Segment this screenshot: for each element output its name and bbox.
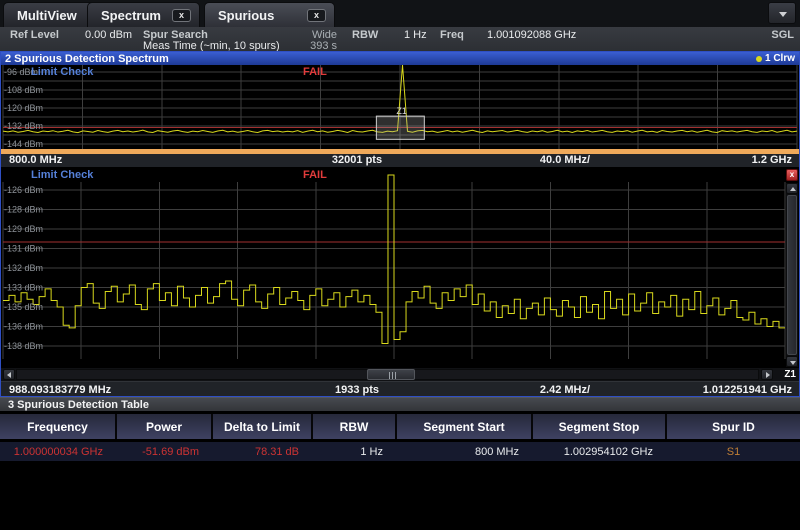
tab-spurious[interactable]: Spurious x bbox=[204, 2, 335, 27]
y-axis-label: -138 dBm bbox=[4, 341, 43, 351]
y-axis-label: -132 dBm bbox=[4, 121, 43, 131]
y-axis-label: -120 dBm bbox=[4, 103, 43, 113]
freq-value[interactable]: 1.001092088 GHz bbox=[487, 29, 576, 41]
zoom-chart-svg: -126 dBm -128 dBm -129 dBm -131 dBm -132 dBm… bbox=[1, 167, 799, 368]
zoom-start-freq: 988.093183779 MHz bbox=[9, 384, 111, 396]
zoom-chart[interactable]: Limit Check FAIL x -126 dBm -128 dBm -129 … bbox=[1, 167, 799, 368]
scroll-down-arrow-icon[interactable] bbox=[786, 356, 798, 367]
y-axis-label: -144 dBm bbox=[4, 139, 43, 149]
tab-multiview-label: MultiView bbox=[17, 8, 77, 23]
y-axis-label: -128 dBm bbox=[4, 205, 43, 215]
zoom-scale-row: 988.093183779 MHz 1933 pts 2.42 MHz/ 1.0… bbox=[1, 381, 799, 396]
overview-freq-per-div: 40.0 MHz/ bbox=[540, 154, 590, 166]
tab-bar: MultiView Spectrum x Spurious x bbox=[0, 0, 800, 27]
tab-spectrum[interactable]: Spectrum x bbox=[87, 2, 200, 27]
col-rbw[interactable]: RBW bbox=[313, 414, 397, 439]
col-frequency[interactable]: Frequency bbox=[0, 414, 117, 439]
single-sweep-badge: SGL bbox=[771, 29, 794, 41]
zoom-vertical-scrollbar[interactable] bbox=[786, 183, 798, 367]
table-window-title: 3 Spurious Detection Table bbox=[8, 399, 149, 411]
trace1-legend-label: 1 Clrw bbox=[765, 53, 795, 64]
row-spur-id: S1 bbox=[667, 442, 800, 461]
y-axis-label: -131 dBm bbox=[4, 244, 43, 254]
col-segment-stop[interactable]: Segment Stop bbox=[533, 414, 667, 439]
overview-stop-freq: 1.2 GHz bbox=[752, 154, 792, 166]
overview-start-freq: 800.0 MHz bbox=[9, 154, 62, 166]
col-segment-start[interactable]: Segment Start bbox=[397, 414, 533, 439]
row-frequency: 1.000000034 GHz bbox=[0, 442, 117, 461]
spectrum-window-title-bar[interactable]: 2 Spurious Detection Spectrum 1 Clrw bbox=[1, 52, 799, 65]
zoom-region-box[interactable] bbox=[376, 116, 424, 139]
spurious-spectrum-window: 2 Spurious Detection Spectrum 1 Clrw Lim… bbox=[0, 51, 800, 397]
table-header-row: Frequency Power Delta to Limit RBW Segme… bbox=[0, 414, 800, 439]
tab-spurious-close-icon[interactable]: x bbox=[307, 9, 326, 22]
row-segment-stop: 1.002954102 GHz bbox=[533, 442, 667, 461]
table-window-title-bar[interactable]: 3 Spurious Detection Table bbox=[0, 397, 800, 411]
ref-level-value[interactable]: 0.00 dBm bbox=[85, 29, 132, 41]
trace-1 bbox=[3, 175, 785, 343]
table-row[interactable]: 1.000000034 GHz -51.69 dBm 78.31 dB 1 Hz… bbox=[0, 442, 800, 461]
trace-legend[interactable]: 1 Clrw bbox=[756, 53, 795, 64]
vertical-scrollbar-thumb[interactable] bbox=[787, 195, 797, 355]
zoom-window-label: Z1 bbox=[784, 369, 796, 380]
y-axis-label: -126 dBm bbox=[4, 185, 43, 195]
overview-chart[interactable]: Limit Check FAIL -96 dBm-108 dBm-120 dBm… bbox=[1, 65, 799, 149]
row-delta-limit: 78.31 dB bbox=[213, 442, 313, 461]
scroll-right-arrow-icon[interactable] bbox=[761, 369, 773, 380]
zoom-sweep-points: 1933 pts bbox=[335, 384, 379, 396]
overview-scale-row: 800.0 MHz 32001 pts 40.0 MHz/ 1.2 GHz bbox=[1, 154, 799, 167]
scroll-up-arrow-icon[interactable] bbox=[786, 183, 798, 194]
overview-sweep-points: 32001 pts bbox=[332, 154, 382, 166]
spurious-table-window: 3 Spurious Detection Table Frequency Pow… bbox=[0, 397, 800, 461]
zoom-horizontal-scrollbar[interactable]: Z1 bbox=[1, 368, 799, 381]
analyzer-screen: MultiView Spectrum x Spurious x Ref Leve… bbox=[0, 0, 800, 530]
zoom-stop-freq: 1.012251941 GHz bbox=[703, 384, 792, 396]
rbw-label: RBW bbox=[352, 29, 378, 41]
row-rbw: 1 Hz bbox=[313, 442, 397, 461]
col-delta-to-limit[interactable]: Delta to Limit bbox=[213, 414, 313, 439]
col-power[interactable]: Power bbox=[117, 414, 213, 439]
zoom-freq-per-div: 2.42 MHz/ bbox=[540, 384, 590, 396]
y-axis-label: -108 dBm bbox=[4, 85, 43, 95]
horizontal-scrollbar-thumb[interactable] bbox=[367, 369, 415, 380]
spurious-table: Frequency Power Delta to Limit RBW Segme… bbox=[0, 414, 800, 461]
rbw-value[interactable]: 1 Hz bbox=[404, 29, 427, 41]
y-axis-label: -133 dBm bbox=[4, 283, 43, 293]
overview-chart-svg: -96 dBm-108 dBm-120 dBm-132 dBm-144 dBmZ… bbox=[1, 65, 799, 149]
tab-spectrum-label: Spectrum bbox=[101, 8, 161, 23]
y-axis-label: -129 dBm bbox=[4, 224, 43, 234]
scroll-left-arrow-icon[interactable] bbox=[3, 369, 15, 380]
limit-check-result-zoom: FAIL bbox=[303, 169, 327, 181]
y-axis-label: -132 dBm bbox=[4, 263, 43, 273]
limit-check-result-overview: FAIL bbox=[303, 66, 327, 78]
window-menu-dropdown-button[interactable] bbox=[768, 2, 796, 24]
freq-label: Freq bbox=[440, 29, 464, 41]
trace1-color-dot-icon bbox=[756, 56, 762, 62]
y-axis-label: -136 dBm bbox=[4, 322, 43, 332]
row-power: -51.69 dBm bbox=[117, 442, 213, 461]
limit-check-label-overview: Limit Check bbox=[31, 66, 93, 78]
tab-spurious-label: Spurious bbox=[218, 8, 274, 23]
row-segment-start: 800 MHz bbox=[397, 442, 533, 461]
spectrum-window-title: 2 Spurious Detection Spectrum bbox=[5, 53, 169, 65]
measurement-bar: Ref Level 0.00 dBm Spur Search Meas Time… bbox=[0, 27, 800, 51]
limit-check-label-zoom: Limit Check bbox=[31, 169, 93, 181]
col-spur-id[interactable]: Spur ID bbox=[667, 414, 800, 439]
ref-level-label: Ref Level bbox=[10, 29, 59, 41]
zoom-region-label: Z1 bbox=[396, 106, 407, 116]
y-axis-label: -135 dBm bbox=[4, 302, 43, 312]
zoom-close-button[interactable]: x bbox=[786, 169, 798, 181]
tab-spectrum-close-icon[interactable]: x bbox=[172, 9, 191, 22]
